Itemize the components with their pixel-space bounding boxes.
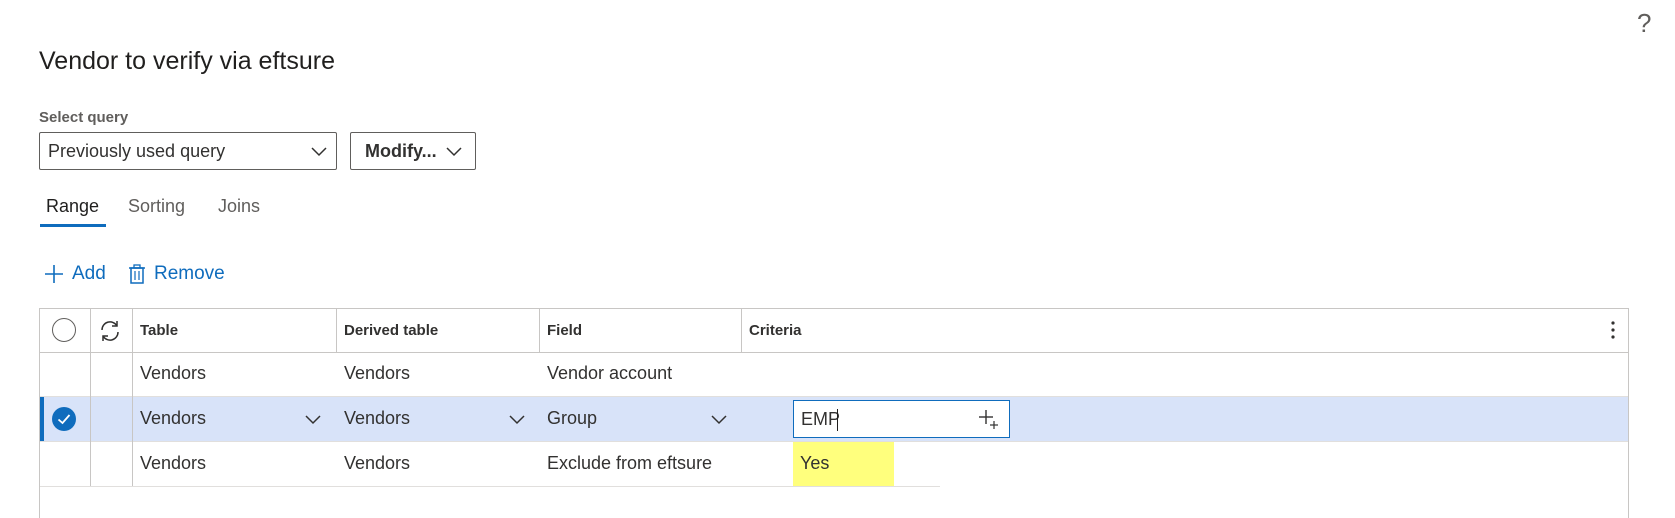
help-icon[interactable]: ? (1637, 8, 1651, 38)
active-tab-indicator (40, 224, 106, 227)
lookup-icon[interactable] (978, 409, 1000, 431)
cell-derived-table: Vendors (344, 453, 411, 473)
criteria-input[interactable]: EMP (793, 400, 1010, 438)
add-label: Add (72, 263, 106, 284)
modify-label: Modify... (365, 141, 437, 161)
query-range-grid: Table Derived table Field Criteria Vendo… (39, 308, 1629, 518)
remove-button[interactable]: Remove (128, 263, 228, 289)
select-query-value: Previously used query (48, 141, 226, 161)
chevron-down-icon (311, 147, 327, 157)
cell-derived-table[interactable]: Vendors (344, 408, 410, 429)
text-caret (837, 409, 838, 431)
row-checkbox-checked[interactable] (52, 407, 76, 431)
plus-icon (45, 265, 63, 283)
column-header-field[interactable]: Field (547, 322, 582, 339)
table-row[interactable]: Vendors Vendors Vendor account (40, 352, 1628, 397)
checkmark-icon (57, 414, 71, 425)
tab-sorting[interactable]: Sorting (128, 196, 185, 217)
column-divider (336, 309, 337, 352)
tab-range[interactable]: Range (46, 196, 99, 217)
criteria-input-value: EMP (801, 409, 841, 429)
chevron-down-icon[interactable] (710, 410, 728, 428)
trash-icon (129, 264, 145, 284)
cell-field: Vendor account (547, 363, 673, 383)
cell-derived-table: Vendors (344, 363, 411, 383)
select-all-checkbox[interactable] (52, 318, 76, 342)
row-selection-bar (40, 397, 44, 441)
refresh-icon[interactable] (98, 319, 122, 343)
select-query-label: Select query (39, 109, 129, 126)
cell-field: Exclude from eftsure (547, 453, 713, 473)
modify-button[interactable]: Modify... (350, 132, 476, 170)
more-options-icon[interactable] (1610, 320, 1616, 340)
table-row[interactable]: Vendors Vendors Exclude from eftsure Yes (40, 442, 940, 487)
column-header-table[interactable]: Table (140, 322, 178, 339)
chevron-down-icon[interactable] (304, 410, 322, 428)
remove-label: Remove (154, 263, 225, 284)
add-button[interactable]: Add (44, 263, 110, 289)
select-query-dropdown[interactable]: Previously used query (39, 132, 337, 170)
tab-joins[interactable]: Joins (218, 196, 260, 217)
cell-table: Vendors (140, 363, 207, 383)
cell-table[interactable]: Vendors (140, 408, 206, 429)
column-divider (539, 309, 540, 352)
column-divider (90, 309, 91, 486)
page-title: Vendor to verify via eftsure (39, 47, 335, 75)
table-row-selected[interactable]: Vendors Vendors Group EMP (40, 397, 1628, 442)
grid-header: Table Derived table Field Criteria (40, 309, 1628, 353)
column-header-criteria[interactable]: Criteria (749, 322, 802, 339)
column-divider (741, 309, 742, 352)
column-divider (132, 309, 133, 486)
cell-criteria[interactable]: Yes (800, 453, 829, 474)
column-header-derived-table[interactable]: Derived table (344, 322, 438, 339)
cell-table: Vendors (140, 453, 207, 473)
cell-field[interactable]: Group (547, 408, 597, 429)
chevron-down-icon (446, 147, 462, 157)
chevron-down-icon[interactable] (508, 410, 526, 428)
